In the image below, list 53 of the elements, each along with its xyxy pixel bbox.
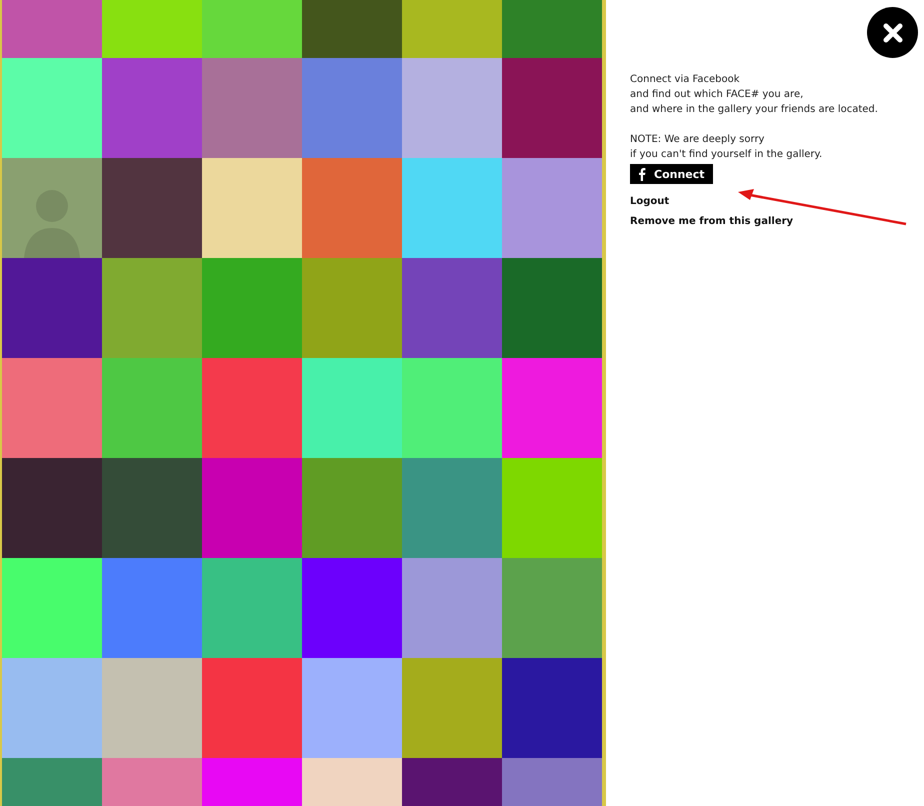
color-tile[interactable]	[402, 158, 502, 258]
intro-text: and where in the gallery your friends are located.	[630, 103, 879, 117]
color-tile[interactable]	[302, 658, 402, 758]
color-tile[interactable]	[502, 258, 602, 358]
color-tile[interactable]	[302, 258, 402, 358]
color-tile[interactable]	[2, 58, 102, 158]
color-tile[interactable]	[302, 58, 402, 158]
color-tile[interactable]	[502, 658, 602, 758]
menu-link[interactable]: Remove me from this gallery	[630, 212, 794, 232]
facebook-icon	[638, 167, 646, 181]
color-tile[interactable]	[402, 58, 502, 158]
color-tile[interactable]	[302, 158, 402, 258]
color-tile[interactable]	[2, 558, 102, 658]
close-icon	[882, 22, 902, 42]
note-text: NOTE: We are deeply sorry	[630, 133, 766, 147]
color-tile[interactable]	[402, 558, 502, 658]
color-tile[interactable]	[302, 458, 402, 558]
color-tile[interactable]	[502, 158, 602, 258]
close-button[interactable]	[867, 7, 918, 58]
color-tile[interactable]	[102, 358, 202, 458]
note-text: if you can't find yourself in the gallery.	[630, 148, 824, 162]
color-tile[interactable]	[402, 458, 502, 558]
color-tile[interactable]	[402, 358, 502, 458]
intro-text: Connect via Facebook	[630, 73, 741, 87]
color-tile[interactable]	[202, 358, 302, 458]
color-tile[interactable]	[2, 458, 102, 558]
menu-link[interactable]: Logout	[630, 192, 670, 212]
color-tile[interactable]	[302, 558, 402, 658]
color-tile[interactable]	[2, 258, 102, 358]
color-tile[interactable]	[202, 158, 302, 258]
photo-placeholder[interactable]	[2, 158, 102, 258]
color-tile[interactable]	[402, 658, 502, 758]
color-tile[interactable]	[502, 58, 602, 158]
color-tile[interactable]	[402, 258, 502, 358]
color-tile[interactable]	[202, 58, 302, 158]
color-tile[interactable]	[102, 458, 202, 558]
intro-text: and find out which FACE# you are,	[630, 88, 804, 102]
color-tile[interactable]	[2, 358, 102, 458]
color-tile[interactable]	[102, 558, 202, 658]
color-tile[interactable]	[102, 58, 202, 158]
facebook-connect-button[interactable]: Connect	[630, 164, 713, 184]
color-tile[interactable]	[2, 658, 102, 758]
color-tile[interactable]	[102, 258, 202, 358]
color-tile[interactable]	[202, 258, 302, 358]
color-tile[interactable]	[102, 158, 202, 258]
color-tile[interactable]	[202, 558, 302, 658]
color-tile[interactable]	[502, 358, 602, 458]
color-tile[interactable]	[302, 358, 402, 458]
color-tile[interactable]	[502, 458, 602, 558]
color-tile[interactable]	[102, 658, 202, 758]
color-tile[interactable]	[202, 658, 302, 758]
color-tile[interactable]	[202, 458, 302, 558]
color-tile[interactable]	[502, 558, 602, 658]
